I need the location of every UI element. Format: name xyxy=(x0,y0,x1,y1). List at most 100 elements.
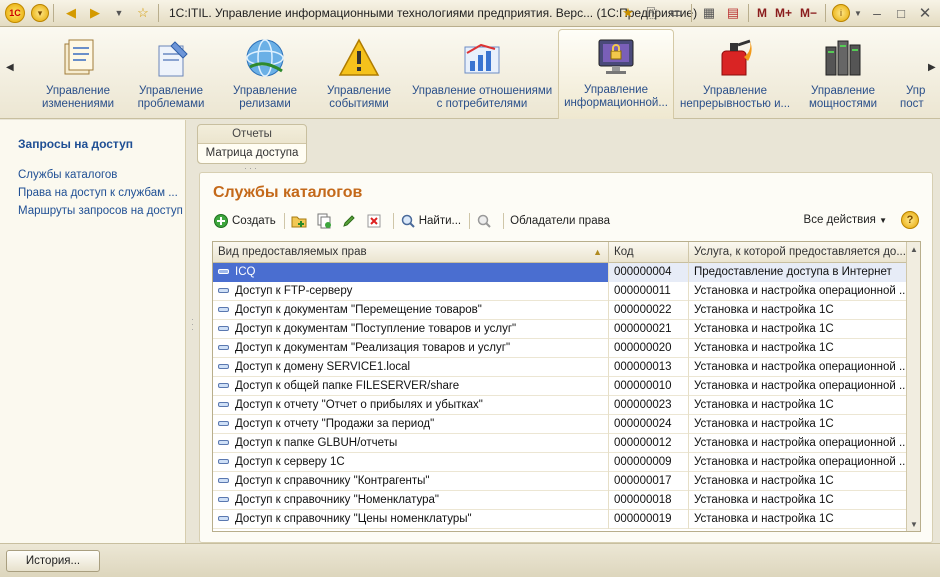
cell-service[interactable]: Установка и настройка 1С xyxy=(689,301,907,320)
ribbon-item-infosecurity[interactable]: Управление информационной... xyxy=(558,29,674,119)
cell-rights[interactable]: Доступ к справочнику "Номенклатура" xyxy=(213,491,609,510)
maximize-icon[interactable]: □ xyxy=(890,2,912,24)
cell-code[interactable]: 000000017 xyxy=(609,472,689,491)
table-row[interactable]: Доступ к документам "Реализация товаров … xyxy=(213,339,907,358)
cell-code[interactable]: 000000022 xyxy=(609,301,689,320)
table-row[interactable]: Доступ к документам "Перемещение товаров… xyxy=(213,301,907,320)
owners-button[interactable]: Обладатели права xyxy=(510,215,610,227)
cell-code[interactable]: 000000018 xyxy=(609,491,689,510)
info-dropdown-icon[interactable]: ▼ xyxy=(852,2,864,24)
table-row[interactable]: Доступ к папке GLBUH/отчеты 000000012 Уста… xyxy=(213,434,907,453)
cell-rights[interactable]: Доступ к FTP-серверу xyxy=(213,282,609,301)
table-row[interactable]: Доступ к документам "Поступление товаров… xyxy=(213,320,907,339)
cell-service[interactable]: Установка и настройка 1С xyxy=(689,339,907,358)
cell-rights[interactable]: Доступ к папке GLBUH/отчеты xyxy=(213,434,609,453)
cell-service[interactable]: Установка и настройка 1С xyxy=(689,491,907,510)
nav-link-directory-services[interactable]: Службы каталогов xyxy=(18,169,117,181)
directory-services-table[interactable]: Вид предоставляемых прав ▲ Код Услуга, к… xyxy=(212,241,921,532)
ribbon-item-problems[interactable]: Управление проблемами xyxy=(130,31,212,117)
cell-rights[interactable]: Доступ к отчету "Продажи за период" xyxy=(213,415,609,434)
cell-rights[interactable]: Доступ к документам "Перемещение товаров… xyxy=(213,301,609,320)
dropdown-arrow-icon[interactable]: ▼ xyxy=(108,2,130,24)
ribbon-item-events[interactable]: Управление событиями xyxy=(320,31,398,117)
table-row[interactable]: Доступ к FTP-серверу 000000011 Установка и… xyxy=(213,282,907,301)
close-icon[interactable]: ✕ xyxy=(914,2,936,24)
column-header-rights[interactable]: Вид предоставляемых прав ▲ xyxy=(213,242,609,263)
delete-button[interactable] xyxy=(366,213,385,229)
cell-rights[interactable]: Доступ к домену SERVICE1.local xyxy=(213,358,609,377)
cell-service[interactable]: Установка и настройка операционной ... xyxy=(689,453,907,472)
all-actions-button[interactable]: Все действия ▼ xyxy=(804,214,887,226)
cell-code[interactable]: 000000004 xyxy=(609,263,689,282)
history-button[interactable]: История... xyxy=(6,550,100,572)
app-logo-icon[interactable]: 1С xyxy=(5,3,25,23)
cell-rights[interactable]: Доступ к справочнику "Цены номенклатуры" xyxy=(213,510,609,529)
cell-service[interactable]: Установка и настройка 1С xyxy=(689,320,907,339)
cell-service[interactable]: Установка и настройка 1С xyxy=(689,415,907,434)
cell-code[interactable]: 000000021 xyxy=(609,320,689,339)
add-favorite-icon[interactable]: ★ xyxy=(617,2,639,24)
reports-tab[interactable]: Отчеты xyxy=(198,125,306,144)
panel-splitter-grip[interactable]: ··· xyxy=(188,318,198,333)
main-menu-icon[interactable]: ▾ xyxy=(31,4,49,22)
access-matrix-link[interactable]: Матрица доступа xyxy=(198,144,306,163)
calendar-icon[interactable]: ▤ xyxy=(722,2,744,24)
copy-button[interactable] xyxy=(316,213,335,229)
memory-minus-button[interactable]: M− xyxy=(800,6,817,20)
scroll-down-icon[interactable]: ▼ xyxy=(907,517,920,531)
cell-service[interactable]: Установка и настройка операционной ... xyxy=(689,358,907,377)
nav-panel-title[interactable]: Запросы на доступ xyxy=(18,137,133,151)
cell-rights[interactable]: Доступ к справочнику "Контрагенты" xyxy=(213,472,609,491)
create-folder-button[interactable] xyxy=(291,213,310,229)
printer-icon[interactable]: ▭ xyxy=(665,2,687,24)
table-row[interactable]: Доступ к справочнику "Номенклатура" 00000… xyxy=(213,491,907,510)
cell-service[interactable]: Установка и настройка операционной ... xyxy=(689,377,907,396)
table-row[interactable]: Доступ к серверу 1С 000000009 Установка и … xyxy=(213,453,907,472)
memory-plus-button[interactable]: M+ xyxy=(775,6,792,20)
ribbon-item-partial[interactable]: Упр пост xyxy=(896,31,926,117)
minimize-icon[interactable]: – xyxy=(866,2,888,24)
cell-rights[interactable]: Доступ к общей папке FILESERVER/share xyxy=(213,377,609,396)
ribbon-item-changes[interactable]: Управление изменениями xyxy=(36,31,120,117)
ribbon-scroll-left-icon[interactable]: ◀ xyxy=(6,62,14,73)
column-header-code[interactable]: Код xyxy=(609,242,689,263)
table-row[interactable]: Доступ к справочнику "Контрагенты" 000000… xyxy=(213,472,907,491)
cell-rights[interactable]: Доступ к документам "Реализация товаров … xyxy=(213,339,609,358)
cell-code[interactable]: 000000020 xyxy=(609,339,689,358)
cell-rights[interactable]: Доступ к отчету "Отчет о прибылях и убыт… xyxy=(213,396,609,415)
cell-service[interactable]: Установка и настройка операционной ... xyxy=(689,282,907,301)
cell-service[interactable]: Предоставление доступа в Интернет xyxy=(689,263,907,282)
info-icon[interactable]: i xyxy=(832,4,850,22)
favorite-star-icon[interactable]: ☆ xyxy=(132,2,154,24)
cell-code[interactable]: 000000013 xyxy=(609,358,689,377)
find-button[interactable]: Найти... xyxy=(400,213,461,229)
edit-button[interactable] xyxy=(341,213,360,229)
cell-code[interactable]: 000000011 xyxy=(609,282,689,301)
ribbon-item-capacity[interactable]: Управление мощностями xyxy=(800,31,886,117)
vertical-scrollbar[interactable]: ▲ ▼ xyxy=(906,242,920,531)
ribbon-item-continuity[interactable]: Управление непрерывностью и... xyxy=(680,31,790,117)
cell-rights[interactable]: Доступ к серверу 1С xyxy=(213,453,609,472)
table-row[interactable]: Доступ к отчету "Продажи за период" 00000… xyxy=(213,415,907,434)
cell-service[interactable]: Установка и настройка 1С xyxy=(689,472,907,491)
table-row[interactable]: Доступ к отчету "Отчет о прибылях и убыт… xyxy=(213,396,907,415)
cell-service[interactable]: Установка и настройка 1С xyxy=(689,396,907,415)
scroll-up-icon[interactable]: ▲ xyxy=(907,242,920,256)
cell-code[interactable]: 000000019 xyxy=(609,510,689,529)
table-row[interactable]: Доступ к общей папке FILESERVER/share 000… xyxy=(213,377,907,396)
create-button[interactable]: Создать xyxy=(213,213,276,229)
table-row[interactable]: Доступ к справочнику "Цены номенклатуры"… xyxy=(213,510,907,529)
calculator-icon[interactable]: ▦ xyxy=(698,2,720,24)
forward-arrow-icon[interactable]: ▶ xyxy=(84,2,106,24)
cell-rights[interactable]: Доступ к документам "Поступление товаров… xyxy=(213,320,609,339)
nav-link-service-access-rights[interactable]: Права на доступ к службам ... xyxy=(18,187,178,199)
cell-code[interactable]: 000000010 xyxy=(609,377,689,396)
ribbon-item-releases[interactable]: Управление релизами xyxy=(226,31,304,117)
back-arrow-icon[interactable]: ◀ xyxy=(60,2,82,24)
memory-button[interactable]: M xyxy=(757,6,767,20)
link-icon[interactable]: ⎘ xyxy=(641,2,663,24)
cell-code[interactable]: 000000023 xyxy=(609,396,689,415)
nav-link-access-request-routes[interactable]: Маршруты запросов на доступ xyxy=(18,205,183,217)
cancel-search-button[interactable] xyxy=(476,213,495,229)
cell-service[interactable]: Установка и настройка операционной ... xyxy=(689,434,907,453)
